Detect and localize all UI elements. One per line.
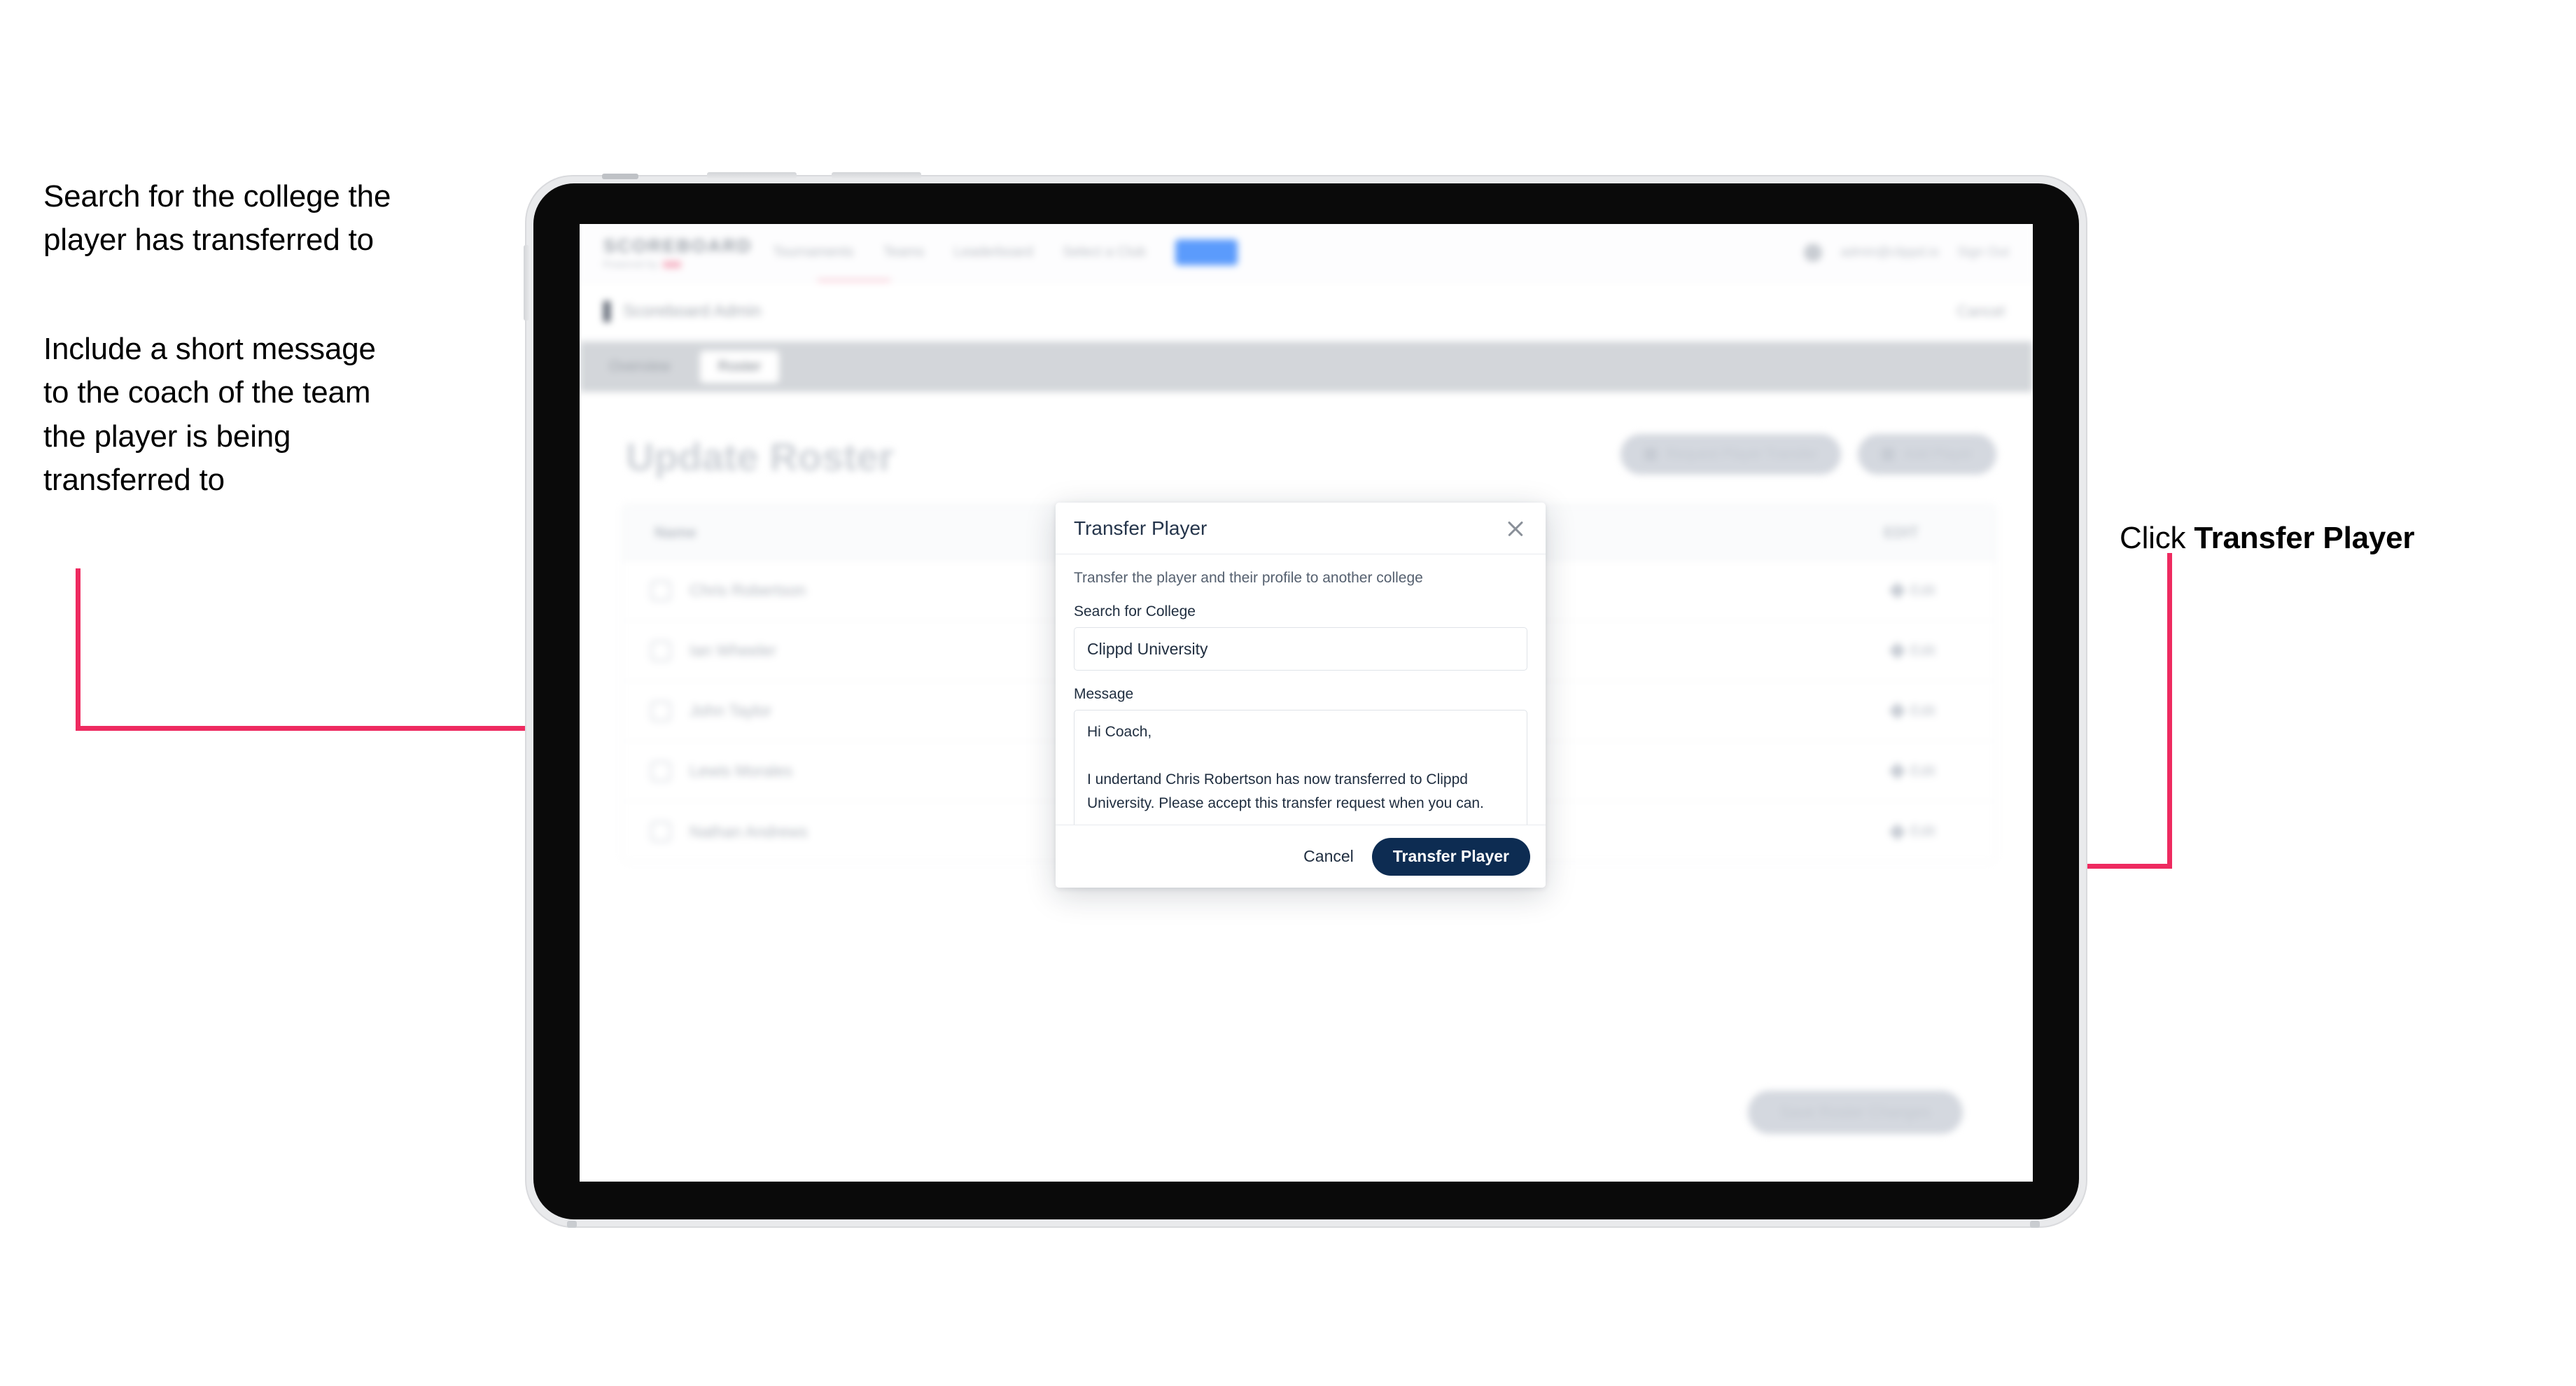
avatar[interactable]	[1804, 243, 1823, 262]
nav-link-teams[interactable]: Teams	[883, 244, 925, 260]
modal-title: Transfer Player	[1074, 517, 1208, 539]
player-name: John Taylor	[690, 701, 772, 720]
top-action-group: Request Player Transfer Add Player	[1620, 434, 1996, 475]
row-checkbox[interactable]	[650, 821, 671, 842]
brand-logo[interactable]: SCOREBOARD Powered by	[603, 235, 752, 270]
annotation-include-message: Include a short message to the coach of …	[43, 332, 376, 498]
tablet-speaker-left	[567, 1221, 577, 1228]
row-edit-label: Edit	[1910, 702, 1935, 719]
modal-description: Transfer the player and their profile to…	[1074, 570, 1423, 586]
player-name: Nathan Andrews	[690, 822, 808, 841]
annotation-arrow-left-vertical	[76, 568, 80, 731]
annotation-right-prefix: Click	[2120, 521, 2194, 556]
player-name: Chris Robertson	[690, 581, 806, 599]
row-edit-button[interactable]: Edit	[1889, 582, 1935, 599]
breadcrumb-icon	[603, 300, 610, 322]
tablet-power-button[interactable]	[524, 245, 529, 321]
row-edit-label: Edit	[1910, 642, 1935, 659]
column-header-edit: EDIT	[1883, 523, 1919, 541]
row-checkbox[interactable]	[650, 580, 671, 601]
row-edit-label: Edit	[1910, 582, 1935, 598]
page-title: Update Roster	[626, 435, 894, 479]
app-navbar: SCOREBOARD Powered by Tournaments Teams …	[580, 224, 2033, 283]
nav-link-tournaments[interactable]: Tournaments	[773, 244, 854, 260]
nav-link-select-club[interactable]: Select a Club	[1063, 244, 1146, 260]
breadcrumb-bar: Scoreboard Admin Cancel	[580, 281, 2033, 342]
request-player-transfer-button[interactable]: Request Player Transfer	[1620, 434, 1842, 475]
brand-name: SCOREBOARD	[603, 235, 752, 256]
annotation-arrow-right-vertical	[2167, 553, 2172, 868]
pencil-icon	[1889, 822, 1906, 841]
tablet-speaker-right	[2030, 1221, 2040, 1228]
row-edit-button[interactable]: Edit	[1889, 642, 1935, 659]
player-name: Ian Wheeler	[690, 641, 777, 659]
nav-right-group: admin@clippd.io Sign Out	[1804, 243, 2009, 262]
sign-out-link[interactable]: Sign Out	[1957, 245, 2009, 260]
cancel-button[interactable]: Cancel	[1303, 847, 1354, 866]
player-name: Lewis Morales	[690, 762, 792, 780]
tab-overview[interactable]: Overview	[591, 351, 689, 383]
brand-badge-icon	[662, 260, 681, 268]
breadcrumb-cancel-link[interactable]: Cancel	[1957, 302, 2005, 321]
pencil-icon	[1889, 642, 1906, 659]
row-edit-button[interactable]: Edit	[1889, 762, 1935, 780]
nav-pill-admin[interactable]: Admin	[1175, 239, 1238, 265]
row-edit-label: Edit	[1910, 823, 1935, 839]
request-player-transfer-label: Request Player Transfer	[1666, 446, 1818, 462]
brand-subtitle: Powered by	[603, 259, 729, 270]
modal-header: Transfer Player	[1056, 503, 1546, 554]
save-roster-changes-button[interactable]: Save Roster Changes	[1747, 1091, 1963, 1134]
annotation-search-college: Search for the college the player has tr…	[43, 179, 391, 258]
nav-link-leaderboard[interactable]: Leaderboard	[954, 244, 1033, 260]
transfer-icon	[1644, 448, 1657, 461]
pencil-icon	[1889, 762, 1906, 780]
message-label: Message	[1074, 686, 1134, 702]
tab-roster[interactable]: Roster	[699, 351, 780, 383]
pencil-icon	[1889, 702, 1906, 720]
brand-sub-text: Powered by	[603, 259, 659, 270]
plus-icon	[1882, 448, 1895, 461]
row-edit-label: Edit	[1910, 762, 1935, 779]
row-checkbox[interactable]	[650, 700, 671, 722]
search-college-label: Search for College	[1074, 603, 1196, 620]
tab-bar: Overview Roster	[580, 342, 2033, 392]
tablet-volume-up-button[interactable]	[707, 172, 797, 178]
row-edit-button[interactable]: Edit	[1889, 822, 1935, 841]
pencil-icon	[1889, 582, 1906, 599]
row-checkbox[interactable]	[650, 760, 671, 782]
transfer-player-button[interactable]: Transfer Player	[1371, 837, 1530, 876]
breadcrumb[interactable]: Scoreboard Admin	[623, 302, 761, 321]
row-checkbox[interactable]	[650, 640, 671, 662]
search-college-input[interactable]: Clippd University	[1074, 627, 1527, 671]
screenshot-canvas: Search for the college the player has tr…	[0, 0, 2576, 1386]
modal-body: Transfer the player and their profile to…	[1056, 554, 1546, 837]
tablet-mic-button	[602, 174, 638, 179]
add-player-label: Add Player	[1904, 446, 1973, 462]
annotation-click-transfer: Click Transfer Player	[2120, 473, 2554, 561]
nav-user-email: admin@clippd.io	[1840, 244, 1940, 260]
row-edit-button[interactable]: Edit	[1889, 702, 1935, 720]
message-textarea[interactable]: Hi Coach, I undertand Chris Robertson ha…	[1074, 710, 1527, 830]
column-header-name: Name	[654, 523, 696, 541]
add-player-button[interactable]: Add Player	[1858, 434, 1996, 475]
annotation-right-strong: Transfer Player	[2194, 521, 2415, 556]
transfer-player-modal: Transfer Player Transfer the player and …	[1056, 503, 1546, 888]
nav-links: Tournaments Teams Leaderboard Select a C…	[773, 239, 1238, 265]
tablet-volume-down-button[interactable]	[832, 172, 921, 178]
close-icon[interactable]	[1504, 517, 1527, 540]
modal-footer: Cancel Transfer Player	[1056, 825, 1546, 888]
